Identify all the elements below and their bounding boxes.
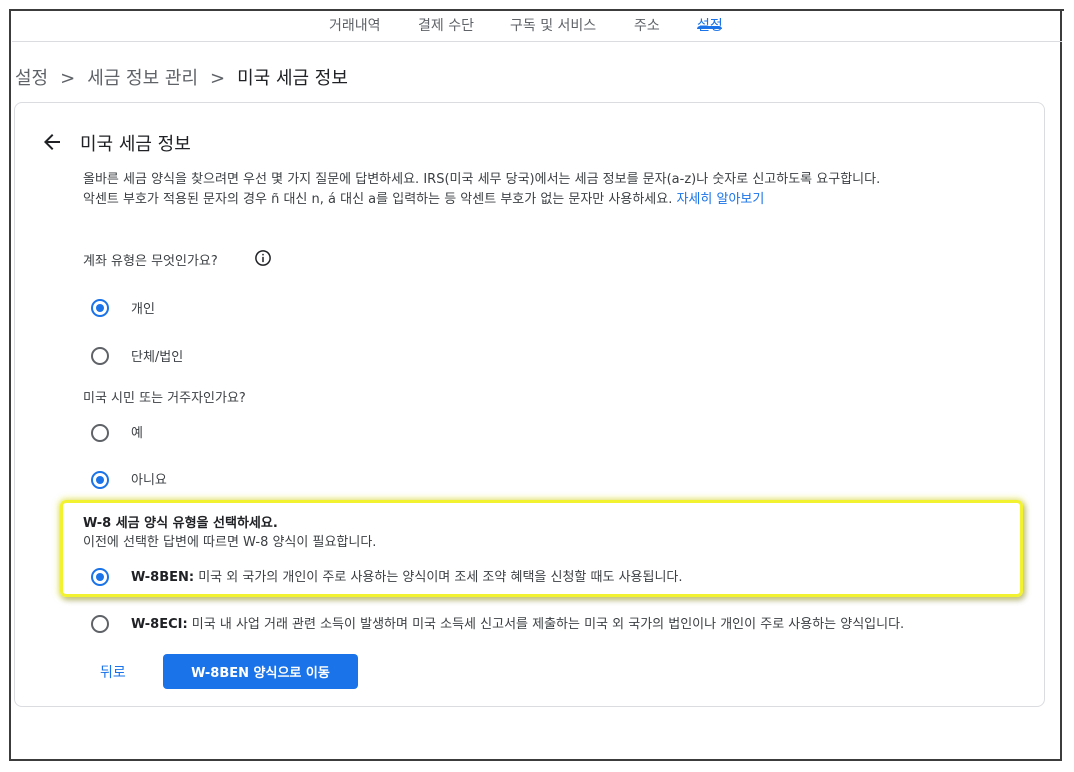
breadcrumb: 설정 > 세금 정보 관리 > 미국 세금 정보	[15, 64, 348, 90]
radio-entity-label[interactable]: 단체/법인	[131, 346, 183, 365]
w8ben-code: W-8BEN:	[131, 570, 195, 585]
breadcrumb-separator: >	[60, 68, 76, 89]
w8eci-code: W-8ECI:	[131, 617, 188, 632]
learn-more-link[interactable]: 자세히 알아보기	[676, 192, 764, 207]
radio-individual-label[interactable]: 개인	[131, 298, 155, 317]
info-icon[interactable]	[254, 249, 272, 267]
intro-line-2: 악센트 부호가 적용된 문자의 경우 ñ 대신 n, á 대신 a를 입력하는 …	[83, 192, 673, 207]
tab-settings[interactable]: 설정	[697, 15, 723, 35]
breadcrumb-tax-info-management[interactable]: 세금 정보 관리	[87, 68, 198, 89]
radio-w8ben-label[interactable]: W-8BEN: 미국 외 국가의 개인이 주로 사용하는 양식이며 조세 조약 …	[131, 566, 683, 585]
breadcrumb-current: 미국 세금 정보	[237, 68, 348, 89]
radio-w8ben[interactable]	[91, 568, 109, 586]
intro-line-1: 올바른 세금 양식을 찾으려면 우선 몇 가지 질문에 답변하세요. IRS(미…	[83, 172, 881, 187]
breadcrumb-separator: >	[210, 68, 226, 89]
radio-entity[interactable]	[91, 347, 109, 365]
radio-yes-label[interactable]: 예	[131, 422, 143, 441]
w8ben-description: 미국 외 국가의 개인이 주로 사용하는 양식이며 조세 조약 혜택을 신청할 …	[198, 570, 683, 585]
active-tab-indicator	[697, 26, 722, 29]
radio-w8eci[interactable]	[91, 615, 109, 633]
w8-form-heading: W-8 세금 양식 유형을 선택하세요.	[83, 516, 278, 531]
w8eci-description: 미국 내 사업 거래 관련 소득이 발생하며 미국 소득세 신고서를 제출하는 …	[191, 617, 905, 632]
top-navigation: 거래내역 결제 수단 구독 및 서비스 주소 설정	[12, 11, 1062, 42]
go-to-w8ben-button[interactable]: W-8BEN 양식으로 이동	[163, 654, 358, 689]
breadcrumb-settings[interactable]: 설정	[15, 68, 48, 89]
tab-payment-methods[interactable]: 결제 수단	[418, 15, 474, 35]
radio-yes[interactable]	[91, 424, 109, 442]
back-button[interactable]: 뒤로	[100, 662, 126, 682]
radio-individual[interactable]	[91, 299, 109, 317]
us-citizen-question: 미국 시민 또는 거주자인가요?	[83, 391, 246, 406]
intro-text: 올바른 세금 양식을 찾으려면 우선 몇 가지 질문에 답변하세요. IRS(미…	[83, 170, 1023, 210]
radio-no[interactable]	[91, 471, 109, 489]
account-type-question: 계좌 유형은 무엇인가요?	[83, 254, 218, 269]
tab-addresses[interactable]: 주소	[634, 15, 660, 35]
tab-subscriptions[interactable]: 구독 및 서비스	[510, 15, 596, 35]
back-arrow-icon[interactable]	[40, 130, 64, 154]
page-title: 미국 세금 정보	[80, 134, 191, 155]
radio-w8eci-label[interactable]: W-8ECI: 미국 내 사업 거래 관련 소득이 발생하며 미국 소득세 신고…	[131, 613, 904, 632]
radio-no-label[interactable]: 아니요	[131, 469, 167, 488]
tab-transactions[interactable]: 거래내역	[329, 15, 381, 35]
w8-form-subtext: 이전에 선택한 답변에 따르면 W-8 양식이 필요합니다.	[83, 535, 377, 550]
